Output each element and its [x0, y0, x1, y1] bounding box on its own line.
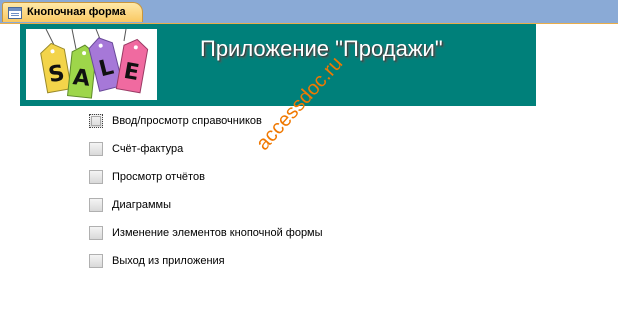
sale-tags-image: S A L E: [40, 28, 149, 99]
menu-button-edit-switchboard[interactable]: [89, 226, 103, 240]
menu-button-exit[interactable]: [89, 254, 103, 268]
menu-item-exit[interactable]: Выход из приложения: [89, 254, 369, 274]
menu-label-invoice[interactable]: Счёт-фактура: [112, 143, 183, 155]
form-icon: [8, 7, 22, 19]
form-header: S A L E Приложение "Продажи": [20, 24, 536, 106]
document-tab-strip: Кнопочная форма: [0, 0, 618, 24]
document-tab-title: Кнопочная форма: [27, 6, 126, 18]
menu-button-directories[interactable]: [89, 114, 103, 128]
menu-item-reports[interactable]: Просмотр отчётов: [89, 170, 369, 190]
svg-text:A: A: [72, 65, 92, 92]
menu-button-reports[interactable]: [89, 170, 103, 184]
menu-label-exit[interactable]: Выход из приложения: [112, 255, 225, 267]
app-title: Приложение "Продажи": [200, 36, 443, 61]
menu-label-edit-switchboard[interactable]: Изменение элементов кнопочной формы: [112, 227, 323, 239]
menu-label-reports[interactable]: Просмотр отчётов: [112, 171, 205, 183]
menu-item-charts[interactable]: Диаграммы: [89, 198, 369, 218]
menu-item-invoice[interactable]: Счёт-фактура: [89, 142, 369, 162]
document-tab[interactable]: Кнопочная форма: [2, 2, 143, 22]
menu-button-invoice[interactable]: [89, 142, 103, 156]
menu-button-charts[interactable]: [89, 198, 103, 212]
sale-logo: S A L E: [26, 28, 157, 100]
menu-label-charts[interactable]: Диаграммы: [112, 199, 171, 211]
menu-item-directories[interactable]: Ввод/просмотр справочников: [89, 114, 369, 134]
menu-item-edit-switchboard[interactable]: Изменение элементов кнопочной формы: [89, 226, 369, 246]
menu-label-directories[interactable]: Ввод/просмотр справочников: [112, 115, 262, 127]
